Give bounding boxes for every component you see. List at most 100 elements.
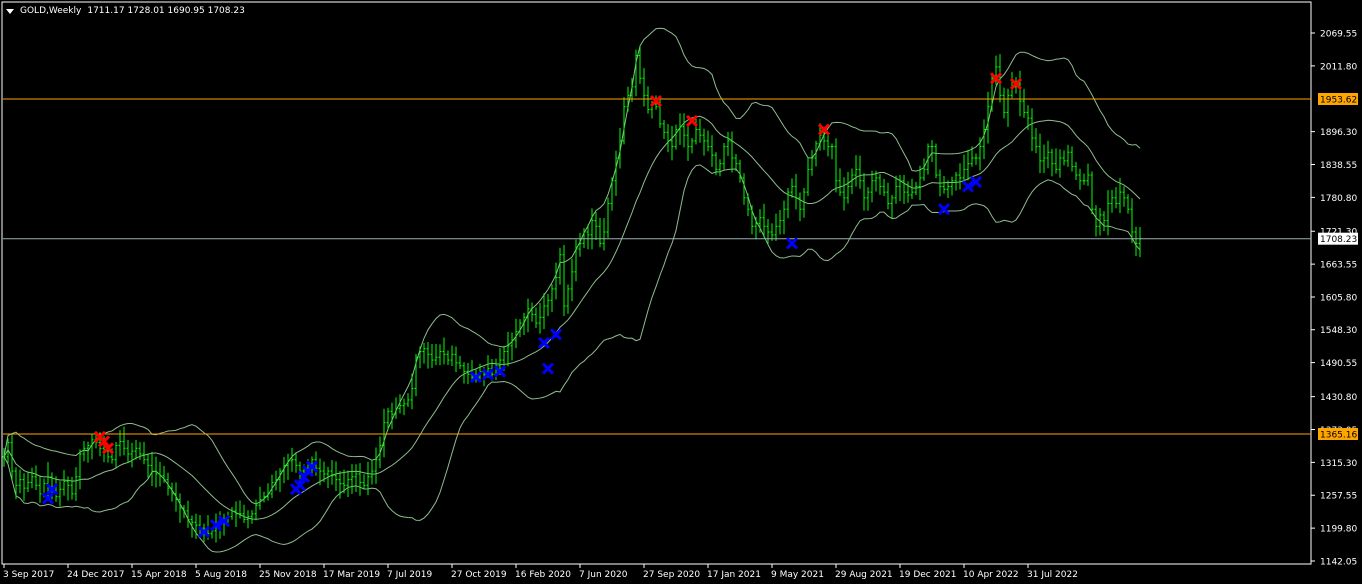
price-bar (642, 68, 646, 107)
x-tick-label: 15 Apr 2018 (131, 570, 187, 580)
middle-band (3, 115, 1141, 520)
price-bar (958, 163, 962, 190)
price-axis: 2069.55 2011.80 1953.62 1896.30 1838.55 1780.… (1311, 30, 1358, 568)
price-bar (158, 461, 162, 487)
y-tick-label: 1257.55 (1320, 492, 1357, 502)
price-bar (1102, 211, 1106, 232)
price-bar (370, 460, 374, 485)
price-bar (862, 173, 866, 211)
price-bar (698, 118, 702, 143)
price-bar (910, 178, 914, 200)
price-bar (506, 331, 510, 367)
price-bar (30, 467, 34, 489)
price-bar (550, 284, 554, 313)
price-bar (1034, 128, 1038, 154)
price-bar (390, 402, 394, 430)
price-bar (722, 143, 726, 170)
price-bar (382, 408, 386, 458)
price-bar (242, 504, 246, 523)
price-bar (858, 155, 862, 189)
y-tick-label: 1663.55 (1320, 261, 1357, 271)
price-bar (1074, 161, 1078, 181)
price-bar (182, 505, 186, 519)
price-bar (354, 464, 358, 493)
price-bar (982, 119, 986, 160)
price-bar (442, 337, 446, 365)
price-bar (378, 436, 382, 469)
price-bar (806, 157, 810, 196)
price-bar (606, 197, 610, 238)
price-bar (1110, 189, 1114, 213)
y-tick-label: 1199.80 (1320, 525, 1357, 535)
price-bar (1098, 207, 1102, 236)
price-bar (706, 130, 710, 152)
price-bar (702, 128, 706, 156)
y-tick-label: 2069.55 (1320, 30, 1357, 40)
x-tick-label: 16 Feb 2020 (515, 570, 571, 580)
price-bar (1114, 187, 1118, 209)
buy-marker-icon (549, 328, 563, 341)
price-bar (346, 470, 350, 497)
price-bar (126, 439, 130, 464)
price-bar (1018, 70, 1022, 117)
price-bar (854, 155, 858, 187)
x-tick-label: 17 Mar 2019 (323, 570, 380, 580)
x-tick-label: 10 Apr 2022 (963, 570, 1019, 580)
price-bar (22, 473, 26, 501)
price-bar (10, 434, 14, 481)
price-bar (870, 170, 874, 203)
price-bar (918, 165, 922, 201)
price-bar (234, 501, 238, 528)
price-bar (690, 137, 694, 154)
price-bar (782, 200, 786, 235)
price-bar (1030, 108, 1034, 152)
price-bar (334, 461, 338, 491)
price-bar (734, 154, 738, 171)
y-tick-label: 1780.80 (1320, 194, 1357, 204)
price-bar (454, 346, 458, 373)
price-bar (438, 344, 442, 366)
x-tick-label: 7 Jul 2019 (387, 570, 432, 580)
price-bar (878, 173, 882, 195)
price-bar (790, 178, 794, 198)
price-bar (1078, 168, 1082, 190)
y-tick-label: 1490.55 (1320, 359, 1357, 369)
price-bar (882, 178, 886, 197)
y-tick-label: 1315.30 (1320, 459, 1357, 469)
price-bar (1138, 227, 1142, 258)
price-bar (262, 491, 266, 503)
y-tick-label: 2011.80 (1320, 62, 1357, 72)
price-bar (950, 176, 954, 196)
price-bar (930, 140, 934, 162)
price-bar (990, 72, 994, 112)
x-tick-label: 9 May 2021 (771, 570, 824, 580)
buy-marker-icon (785, 237, 799, 250)
price-bar (1090, 171, 1094, 215)
price-bar (534, 307, 538, 328)
x-tick-label: 25 Nov 2018 (259, 570, 317, 580)
price-bar (570, 258, 574, 302)
price-bar (34, 465, 38, 491)
y-tick-label: 1605.80 (1320, 294, 1357, 304)
price-bar (726, 131, 730, 157)
price-bar (190, 515, 194, 538)
price-bar (554, 262, 558, 300)
x-tick-label: 17 Jan 2021 (707, 570, 761, 580)
price-bar (174, 482, 178, 512)
price-bar (594, 212, 598, 240)
price-bar (834, 138, 838, 193)
y-tick-label: 1896.30 (1320, 128, 1357, 138)
price-chart[interactable]: 2069.55 2011.80 1953.62 1896.30 1838.55 1780.… (0, 0, 1362, 584)
price-bar (774, 213, 778, 241)
price-bar (258, 486, 262, 510)
price-bar (290, 447, 294, 472)
price-bar (394, 397, 398, 419)
price-bar (418, 346, 422, 369)
price-bar (1046, 140, 1050, 169)
price-bar (574, 239, 578, 282)
price-bar (362, 474, 366, 490)
price-bar (794, 173, 798, 210)
price-bar (610, 177, 614, 211)
price-bar (402, 398, 406, 416)
price-bar (406, 393, 410, 408)
